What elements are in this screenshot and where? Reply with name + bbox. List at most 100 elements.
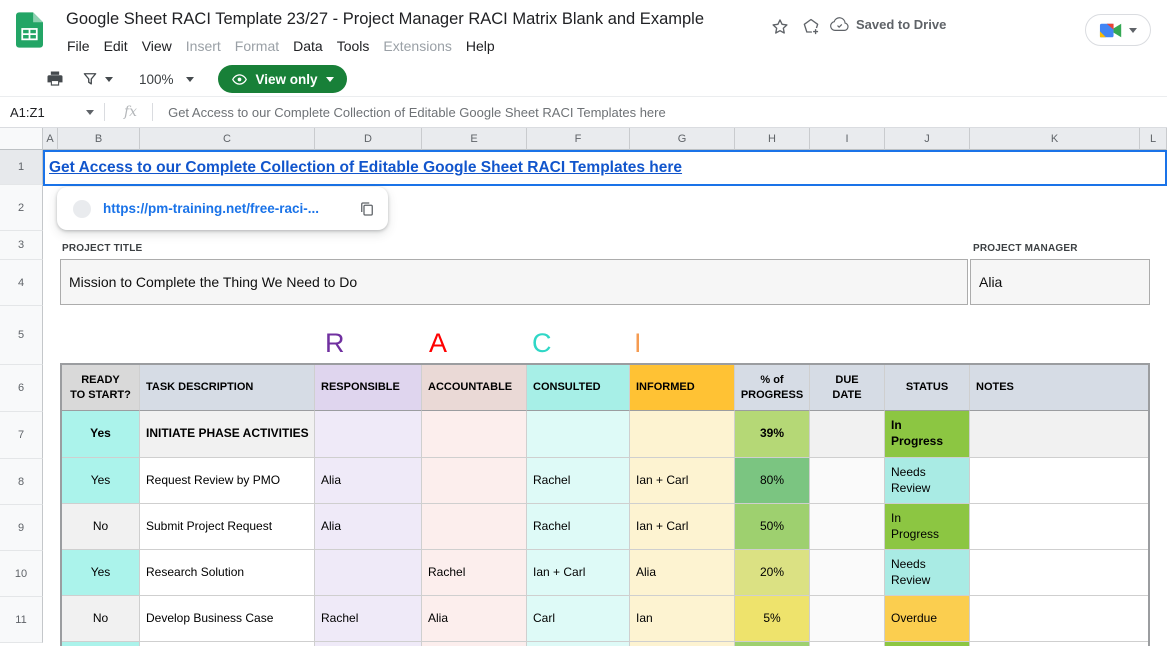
col-header-d[interactable]: D xyxy=(315,128,422,150)
cell-r7-in-progress[interactable]: In Progress xyxy=(885,411,970,458)
cell-r8-yes[interactable]: Yes xyxy=(62,458,140,504)
cell-r7-initiate-phase-activities[interactable]: INITIATE PHASE ACTIVITIES xyxy=(140,411,315,458)
col-header-c[interactable]: C xyxy=(140,128,315,150)
cell-r12-c8[interactable] xyxy=(885,642,970,646)
col-header-e[interactable]: E xyxy=(422,128,527,150)
cell-r7-c9[interactable] xyxy=(970,411,1148,458)
link-preview-card[interactable]: https://pm-training.net/free-raci-... xyxy=(57,187,388,230)
table-header-of-progress[interactable]: % of PROGRESS xyxy=(735,365,810,411)
print-button[interactable] xyxy=(45,69,65,89)
cell-a1-link[interactable]: Get Access to our Complete Collection of… xyxy=(49,150,682,185)
row-header-7[interactable]: 7 xyxy=(0,412,43,459)
table-header-accountable[interactable]: ACCOUNTABLE xyxy=(422,365,527,411)
saved-to-drive-status[interactable]: Saved to Drive xyxy=(830,15,946,34)
cell-r7-c4[interactable] xyxy=(527,411,630,458)
star-icon[interactable] xyxy=(766,13,794,41)
row-header-8[interactable]: 8 xyxy=(0,459,43,505)
menu-tools[interactable]: Tools xyxy=(330,35,377,57)
menu-view[interactable]: View xyxy=(135,35,179,57)
cell-r12-c7[interactable] xyxy=(810,642,885,646)
menu-insert[interactable]: Insert xyxy=(179,35,228,57)
col-header-l[interactable]: L xyxy=(1140,128,1167,150)
cell-r7-c3[interactable] xyxy=(422,411,527,458)
project-title-field[interactable]: Mission to Complete the Thing We Need to… xyxy=(60,259,968,305)
link-url[interactable]: https://pm-training.net/free-raci-... xyxy=(103,201,319,216)
cell-r10-yes[interactable]: Yes xyxy=(62,550,140,596)
cell-r9-no[interactable]: No xyxy=(62,504,140,550)
menu-file[interactable]: File xyxy=(60,35,97,57)
view-only-button[interactable]: View only xyxy=(218,65,347,93)
col-header-j[interactable]: J xyxy=(885,128,970,150)
project-manager-field[interactable]: Alia xyxy=(970,259,1150,305)
cell-r12-c2[interactable] xyxy=(315,642,422,646)
cell-r10-c2[interactable] xyxy=(315,550,422,596)
cell-r8-80[interactable]: 80% xyxy=(735,458,810,504)
cell-r11-c9[interactable] xyxy=(970,596,1148,642)
cell-r9-alia[interactable]: Alia xyxy=(315,504,422,550)
col-header-k[interactable]: K xyxy=(970,128,1140,150)
row-header-4[interactable]: 4 xyxy=(0,260,43,306)
cell-r10-rachel[interactable]: Rachel xyxy=(422,550,527,596)
cell-r8-c9[interactable] xyxy=(970,458,1148,504)
cell-r10-c9[interactable] xyxy=(970,550,1148,596)
col-header-i[interactable]: I xyxy=(810,128,885,150)
sheets-logo-icon[interactable] xyxy=(16,12,43,53)
table-header-status[interactable]: STATUS xyxy=(885,365,970,411)
cell-r9-c9[interactable] xyxy=(970,504,1148,550)
formula-content[interactable]: Get Access to our Complete Collection of… xyxy=(168,105,666,120)
table-header-ready-to-start[interactable]: READY TO START? xyxy=(62,365,140,411)
cell-r9-50[interactable]: 50% xyxy=(735,504,810,550)
cell-r11-carl[interactable]: Carl xyxy=(527,596,630,642)
cell-r11-alia[interactable]: Alia xyxy=(422,596,527,642)
table-header-informed[interactable]: INFORMED xyxy=(630,365,735,411)
cell-r10-c7[interactable] xyxy=(810,550,885,596)
row-header-10[interactable]: 10 xyxy=(0,551,43,597)
row-header-5[interactable]: 5 xyxy=(0,306,43,365)
cell-r11-develop-business-case[interactable]: Develop Business Case xyxy=(140,596,315,642)
row-header-3[interactable]: 3 xyxy=(0,231,43,260)
cell-r7-39[interactable]: 39% xyxy=(735,411,810,458)
row-header-11[interactable]: 11 xyxy=(0,597,43,643)
row-header-6[interactable]: 6 xyxy=(0,365,43,412)
cell-r9-c7[interactable] xyxy=(810,504,885,550)
table-header-consulted[interactable]: CONSULTED xyxy=(527,365,630,411)
cell-r12-c0[interactable] xyxy=(62,642,140,646)
cell-r8-c3[interactable] xyxy=(422,458,527,504)
cell-r11-rachel[interactable]: Rachel xyxy=(315,596,422,642)
row-header-1[interactable]: 1 xyxy=(0,150,43,185)
cell-r12-c3[interactable] xyxy=(422,642,527,646)
cell-r8-rachel[interactable]: Rachel xyxy=(527,458,630,504)
row-header-2[interactable]: 2 xyxy=(0,185,43,231)
table-header-notes[interactable]: NOTES xyxy=(970,365,1148,411)
cell-r11-no[interactable]: No xyxy=(62,596,140,642)
cell-r8-alia[interactable]: Alia xyxy=(315,458,422,504)
zoom-control[interactable]: 100% xyxy=(139,72,194,87)
cell-r8-needs-review[interactable]: Needs Review xyxy=(885,458,970,504)
copy-link-icon[interactable] xyxy=(358,200,376,218)
cell-r10-alia[interactable]: Alia xyxy=(630,550,735,596)
col-header-b[interactable]: B xyxy=(58,128,140,150)
menu-data[interactable]: Data xyxy=(286,35,330,57)
col-header-f[interactable]: F xyxy=(527,128,630,150)
meet-button[interactable] xyxy=(1085,14,1151,46)
cell-r7-yes[interactable]: Yes xyxy=(62,411,140,458)
cell-r9-ian-carl[interactable]: Ian + Carl xyxy=(630,504,735,550)
cell-r12-c1[interactable] xyxy=(140,642,315,646)
cell-r7-c2[interactable] xyxy=(315,411,422,458)
cell-r12-c5[interactable] xyxy=(630,642,735,646)
cell-r11-overdue[interactable]: Overdue xyxy=(885,596,970,642)
cell-r12-c6[interactable] xyxy=(735,642,810,646)
col-header-g[interactable]: G xyxy=(630,128,735,150)
cell-r12-c4[interactable] xyxy=(527,642,630,646)
filter-button[interactable] xyxy=(81,70,113,88)
table-header-responsible[interactable]: RESPONSIBLE xyxy=(315,365,422,411)
cell-r7-c5[interactable] xyxy=(630,411,735,458)
cell-r10-research-solution[interactable]: Research Solution xyxy=(140,550,315,596)
document-title[interactable]: Google Sheet RACI Template 23/27 - Proje… xyxy=(66,10,704,29)
row-header-9[interactable]: 9 xyxy=(0,505,43,551)
cell-r8-request-review-by-pmo[interactable]: Request Review by PMO xyxy=(140,458,315,504)
menu-help[interactable]: Help xyxy=(459,35,502,57)
select-all-corner[interactable] xyxy=(0,128,43,150)
cell-r7-c7[interactable] xyxy=(810,411,885,458)
cell-r11-c7[interactable] xyxy=(810,596,885,642)
